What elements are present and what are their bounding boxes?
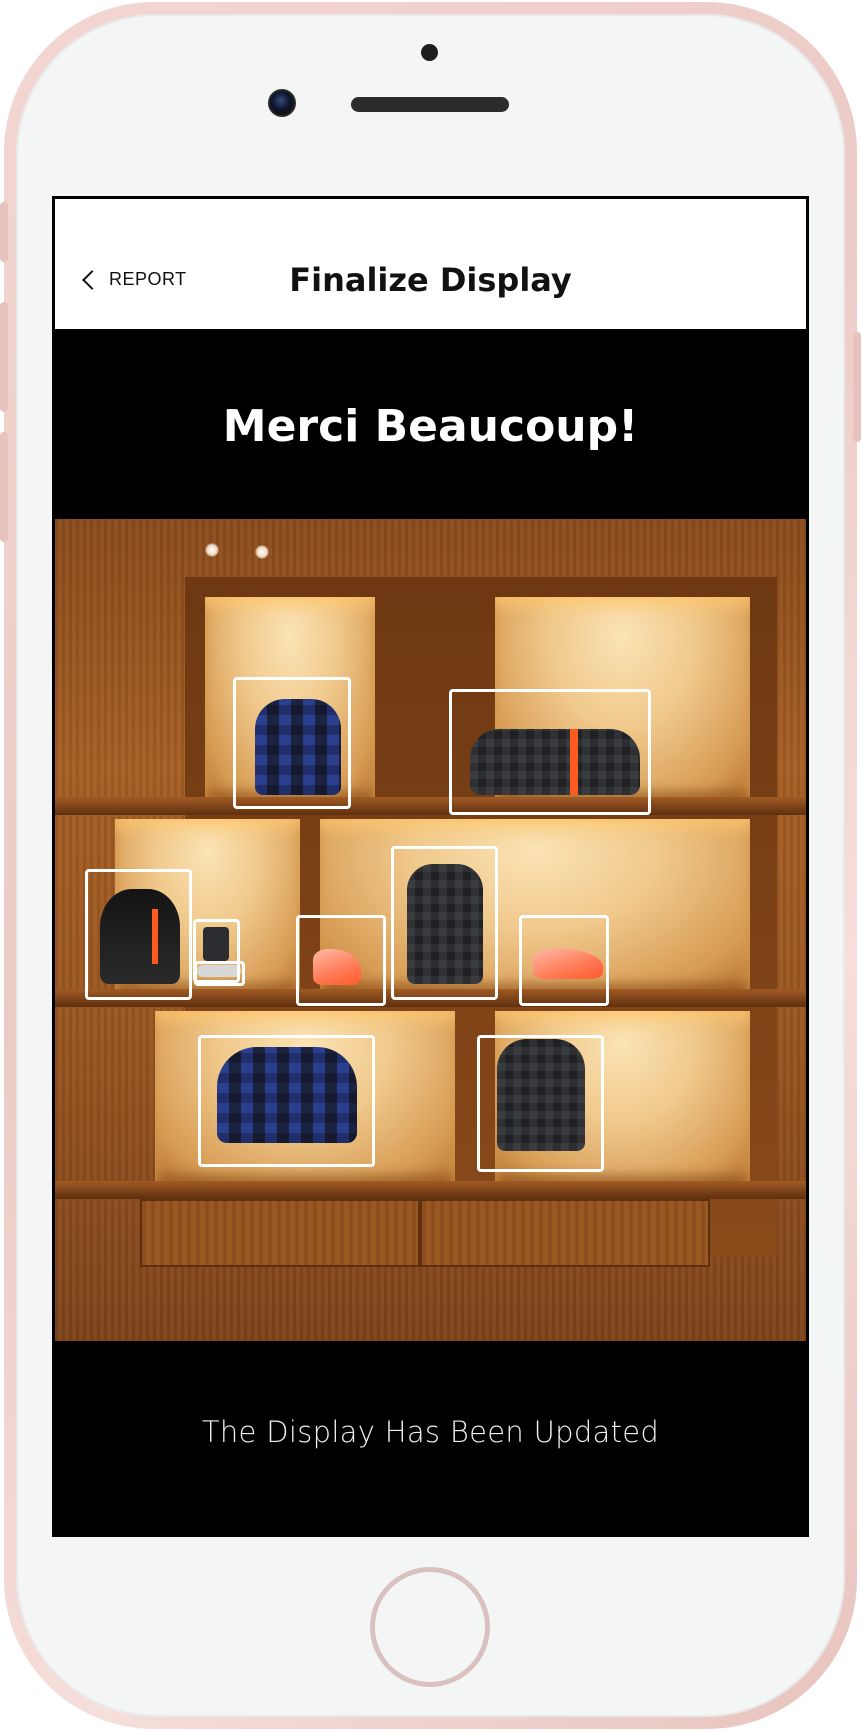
ceiling-light bbox=[205, 543, 219, 557]
banner-title: Merci Beaucoup! bbox=[222, 401, 639, 452]
volume-up-button bbox=[0, 302, 8, 412]
app-screen: REPORT Finalize Display Merci Beaucoup! bbox=[52, 196, 809, 1537]
navigation-bar: REPORT Finalize Display bbox=[55, 199, 806, 329]
front-camera bbox=[268, 89, 296, 117]
cabinet-drawer bbox=[140, 1199, 420, 1267]
status-message: The Display Has Been Updated bbox=[201, 1415, 660, 1449]
proximity-sensor bbox=[421, 44, 438, 61]
page-title: Finalize Display bbox=[289, 261, 572, 299]
home-button[interactable] bbox=[370, 1567, 490, 1687]
product-selection-box[interactable] bbox=[477, 1035, 604, 1172]
cabinet-drawer bbox=[420, 1199, 710, 1267]
display-photo bbox=[55, 519, 806, 1341]
product-selection-box[interactable] bbox=[296, 915, 386, 1006]
product-selection-box[interactable] bbox=[85, 869, 192, 1000]
ceiling-light bbox=[255, 545, 269, 559]
product-selection-box[interactable] bbox=[198, 1035, 375, 1167]
product-selection-box[interactable] bbox=[449, 689, 651, 815]
product-selection-box[interactable] bbox=[233, 677, 351, 809]
volume-down-button bbox=[0, 432, 8, 542]
shelf bbox=[55, 797, 806, 815]
thank-you-banner: Merci Beaucoup! bbox=[55, 329, 806, 519]
shelf bbox=[55, 1181, 806, 1199]
product-selection-box[interactable] bbox=[519, 915, 609, 1006]
power-button bbox=[853, 332, 861, 442]
product-selection-box[interactable] bbox=[391, 846, 498, 1000]
mute-switch bbox=[0, 202, 8, 262]
status-footer: The Display Has Been Updated bbox=[55, 1341, 806, 1534]
product-selection-box[interactable] bbox=[194, 961, 245, 986]
earpiece-speaker bbox=[351, 97, 509, 112]
